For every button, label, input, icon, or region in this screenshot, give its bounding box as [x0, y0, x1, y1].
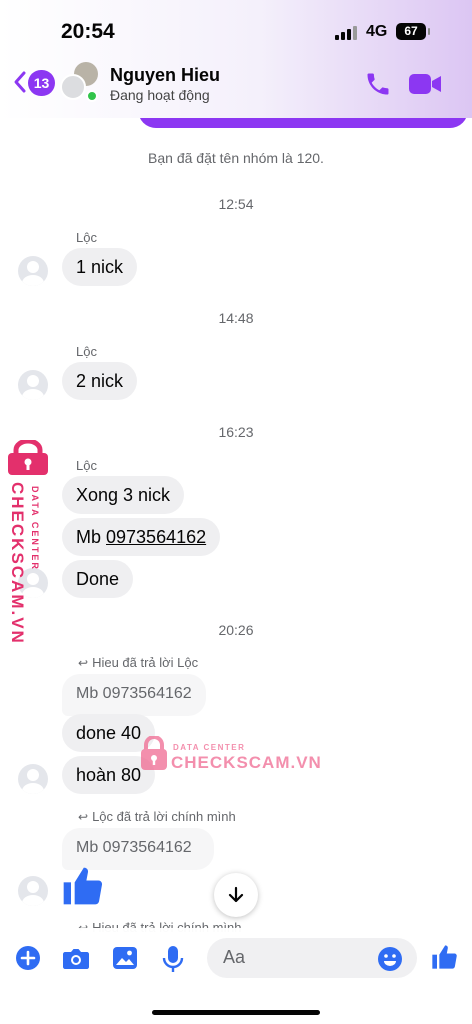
conversation-header: 20:54 4G 67 13 Nguyen Hieu Đang hoạt độn… [0, 0, 472, 118]
emoji-icon[interactable] [377, 946, 403, 972]
sender-name: Lộc [76, 458, 97, 473]
timestamp: 20:26 [218, 622, 254, 638]
network-type: 4G [366, 23, 388, 40]
reply-hint-text: Lộc đã trả lời chính mình [92, 809, 236, 824]
sender-name: Lộc [76, 230, 97, 245]
video-icon[interactable] [408, 71, 442, 97]
thumbs-up-message[interactable] [60, 864, 104, 913]
camera-icon[interactable] [62, 945, 90, 971]
lock-icon [8, 440, 48, 475]
message-prefix: Mb [76, 527, 107, 547]
reply-hint: ↩ Hieu đã trả lời Lộc [78, 655, 198, 670]
reply-hint: ↩ Lộc đã trả lời chính mình [78, 809, 236, 824]
image-icon[interactable] [112, 945, 138, 971]
thumbs-up-icon [63, 867, 103, 905]
status-time: 20:54 [61, 20, 115, 43]
avatar[interactable] [18, 876, 48, 906]
timestamp: 16:23 [218, 424, 254, 440]
watermark-brand: CHECKSCAM.VN [8, 482, 27, 645]
message-input[interactable]: Aa [207, 938, 417, 978]
reply-arrow-icon: ↩ [78, 810, 89, 824]
composer-bar: Aa [0, 928, 472, 1024]
signal-icon [335, 26, 357, 40]
phone-icon[interactable] [364, 70, 392, 98]
avatar-placeholder [60, 74, 86, 100]
scroll-to-bottom-button[interactable] [214, 873, 258, 917]
message-bubble[interactable]: Done [62, 560, 134, 598]
watermark-center: DATA CENTER CHECKSCAM.VN [140, 736, 321, 776]
microphone-icon[interactable] [162, 945, 184, 973]
watermark-vertical: CHECKSCAM.VN DATA CENTER [4, 440, 50, 645]
phone-link[interactable]: 0973564162 [106, 527, 206, 547]
message-input-placeholder: Aa [223, 947, 246, 967]
quoted-message[interactable]: Mb 0973564162 [62, 674, 206, 716]
thumbs-up-icon[interactable] [430, 942, 458, 972]
timestamp: 12:54 [218, 196, 254, 212]
battery-level: 67 [396, 23, 430, 40]
system-notice: Bạn đã đặt tên nhóm là 120. [148, 150, 324, 166]
watermark-tag: DATA CENTER [173, 743, 246, 752]
group-avatar[interactable] [60, 62, 100, 104]
avatar[interactable] [18, 764, 48, 794]
watermark-brand: CHECKSCAM.VN [171, 753, 322, 772]
sender-name: Lộc [76, 344, 97, 359]
back-chevron-icon [14, 71, 26, 93]
reply-hint-text: Hieu đã trả lời Lộc [92, 655, 199, 670]
message-bubble[interactable]: Xong 3 nick [62, 476, 185, 514]
reply-arrow-icon: ↩ [78, 656, 89, 670]
chat-thread: dựa theo thỏa thuận 2 bên để xử lý! Bạn … [0, 0, 472, 1024]
online-indicator [86, 90, 98, 102]
home-indicator [152, 1010, 320, 1015]
arrow-down-icon [228, 886, 244, 903]
unread-count-badge: 13 [28, 70, 55, 96]
message-bubble[interactable]: 1 nick [62, 248, 138, 286]
avatar[interactable] [18, 370, 48, 400]
active-status: Đang hoạt động [110, 87, 210, 103]
timestamp: 14:48 [218, 310, 254, 326]
message-bubble[interactable]: 2 nick [62, 362, 138, 400]
watermark-tag: DATA CENTER [30, 486, 40, 571]
plus-icon[interactable] [15, 945, 41, 971]
back-button[interactable]: 13 [12, 68, 57, 98]
message-bubble[interactable]: Mb 0973564162 [62, 518, 221, 556]
lock-icon [141, 736, 167, 770]
conversation-title[interactable]: Nguyen Hieu [110, 65, 220, 86]
avatar[interactable] [18, 256, 48, 286]
